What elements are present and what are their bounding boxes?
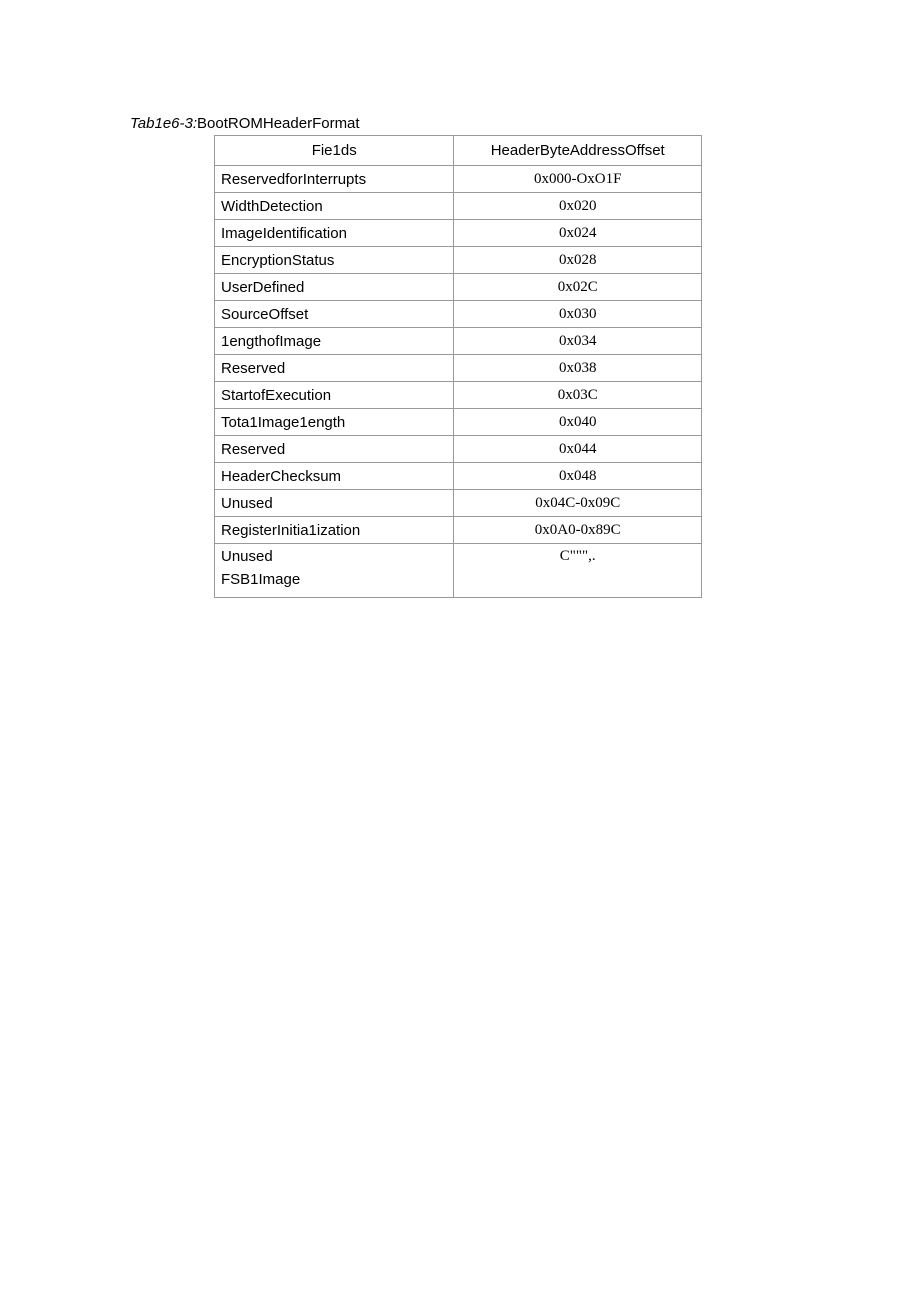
cell-field: ImageIdentification	[215, 220, 454, 247]
cell-offset: 0x0A0-0x89C	[454, 517, 702, 544]
cell-field: HeaderChecksum	[215, 463, 454, 490]
table-row: Unused FSB1Image C""",.	[215, 544, 702, 598]
table-row: WidthDetection 0x020	[215, 193, 702, 220]
table-row: Tota1Image1ength 0x040	[215, 409, 702, 436]
cell-field: Reserved	[215, 436, 454, 463]
table-wrapper: Fie1ds HeaderByteAddressOffset Reservedf…	[214, 135, 920, 598]
cell-offset: 0x038	[454, 355, 702, 382]
cell-offset: 0x044	[454, 436, 702, 463]
table-row: ImageIdentification 0x024	[215, 220, 702, 247]
header-offset: HeaderByteAddressOffset	[454, 136, 702, 166]
cell-offset: 0x030	[454, 301, 702, 328]
table-body: ReservedforInterrupts 0x000-OxO1F WidthD…	[215, 166, 702, 598]
cell-offset: 0x000-OxO1F	[454, 166, 702, 193]
table-row: ReservedforInterrupts 0x000-OxO1F	[215, 166, 702, 193]
cell-field: Tota1Image1ength	[215, 409, 454, 436]
cell-offset: 0x020	[454, 193, 702, 220]
cell-field-line2: FSB1Image	[221, 571, 447, 588]
cell-offset: 0x02C	[454, 274, 702, 301]
cell-field: UserDefined	[215, 274, 454, 301]
table-row: UserDefined 0x02C	[215, 274, 702, 301]
cell-field: EncryptionStatus	[215, 247, 454, 274]
cell-field: ReservedforInterrupts	[215, 166, 454, 193]
table-row: Unused 0x04C-0x09C	[215, 490, 702, 517]
cell-offset: 0x040	[454, 409, 702, 436]
cell-field: Reserved	[215, 355, 454, 382]
cell-field: WidthDetection	[215, 193, 454, 220]
cell-field: 1engthofImage	[215, 328, 454, 355]
table-header-row: Fie1ds HeaderByteAddressOffset	[215, 136, 702, 166]
table-caption: Tab1e6-3:BootROMHeaderFormat	[130, 115, 920, 132]
cell-offset: 0x04C-0x09C	[454, 490, 702, 517]
table-row: SourceOffset 0x030	[215, 301, 702, 328]
cell-offset: 0x03C	[454, 382, 702, 409]
cell-field: SourceOffset	[215, 301, 454, 328]
cell-field: RegisterInitia1ization	[215, 517, 454, 544]
header-fields: Fie1ds	[215, 136, 454, 166]
table-row: Reserved 0x038	[215, 355, 702, 382]
table-row: Reserved 0x044	[215, 436, 702, 463]
caption-title: BootROMHeaderFormat	[197, 115, 360, 132]
table-row: 1engthofImage 0x034	[215, 328, 702, 355]
boot-rom-header-table: Fie1ds HeaderByteAddressOffset Reservedf…	[214, 135, 702, 598]
cell-field: Unused FSB1Image	[215, 544, 454, 598]
table-row: RegisterInitia1ization 0x0A0-0x89C	[215, 517, 702, 544]
table-row: HeaderChecksum 0x048	[215, 463, 702, 490]
table-row: EncryptionStatus 0x028	[215, 247, 702, 274]
cell-offset: C""",.	[454, 544, 702, 598]
cell-field-line1: Unused	[221, 548, 447, 565]
table-row: StartofExecution 0x03C	[215, 382, 702, 409]
cell-field: Unused	[215, 490, 454, 517]
cell-field: StartofExecution	[215, 382, 454, 409]
cell-offset: 0x048	[454, 463, 702, 490]
cell-offset: 0x034	[454, 328, 702, 355]
cell-offset: 0x028	[454, 247, 702, 274]
caption-label: Tab1e6-3:	[130, 115, 197, 132]
cell-offset: 0x024	[454, 220, 702, 247]
